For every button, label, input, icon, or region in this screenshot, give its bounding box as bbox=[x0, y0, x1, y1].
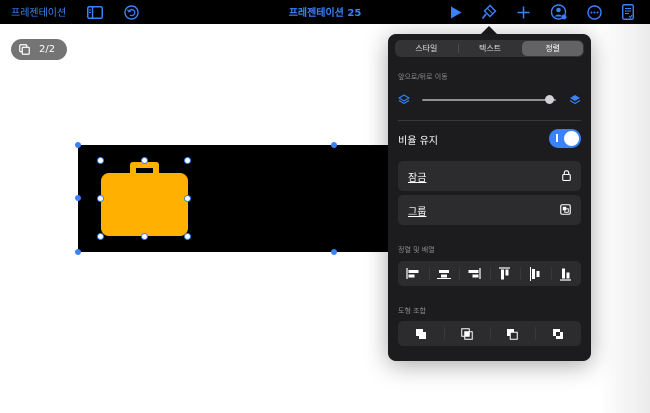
slider-thumb[interactable] bbox=[544, 95, 554, 104]
tab-style[interactable]: 스타일 bbox=[396, 41, 457, 56]
align-left-icon bbox=[406, 268, 419, 279]
align-right-icon bbox=[468, 268, 481, 279]
align-top-button[interactable] bbox=[489, 261, 521, 286]
more-icon[interactable] bbox=[584, 2, 604, 22]
format-popover: 스타일 텍스트 정렬 앞으로/뒤로 이동 비율 유지 잠금 그룹 정렬 및 배열 bbox=[388, 34, 591, 361]
align-bottom-button[interactable] bbox=[550, 261, 582, 286]
align-bottom-icon bbox=[560, 268, 572, 281]
briefcase-shape[interactable] bbox=[100, 160, 189, 238]
intersect-icon bbox=[460, 327, 473, 340]
top-toolbar: 프레젠테이션 프레젠테이션 25 bbox=[0, 0, 650, 24]
selection-handle[interactable] bbox=[75, 249, 81, 255]
combine-union-button[interactable] bbox=[398, 321, 444, 346]
selection-handle[interactable] bbox=[97, 195, 104, 202]
align-top-icon bbox=[499, 266, 511, 279]
move-slider[interactable] bbox=[398, 92, 581, 108]
selection-handle[interactable] bbox=[75, 195, 81, 201]
subtract-icon bbox=[507, 328, 519, 340]
selection-handle[interactable] bbox=[97, 157, 104, 164]
format-tab-bar: 스타일 텍스트 정렬 bbox=[395, 40, 584, 57]
selection-handle[interactable] bbox=[184, 195, 191, 202]
selection-handle[interactable] bbox=[331, 249, 337, 255]
lock-icon bbox=[562, 170, 571, 181]
keep-ratio-row: 비율 유지 bbox=[398, 129, 581, 149]
group-icon bbox=[560, 204, 571, 215]
page-counter-text: 2/2 bbox=[39, 44, 56, 55]
selection-handle[interactable] bbox=[97, 233, 104, 240]
union-icon bbox=[415, 328, 426, 339]
combine-exclude-button[interactable] bbox=[535, 321, 581, 346]
align-center-button[interactable] bbox=[428, 261, 460, 286]
collaborate-icon[interactable] bbox=[548, 2, 568, 22]
pages-icon bbox=[19, 44, 30, 55]
page-counter[interactable]: 2/2 bbox=[11, 39, 67, 60]
align-center-icon bbox=[436, 270, 451, 279]
selection-handle[interactable] bbox=[141, 157, 148, 164]
selection-handle[interactable] bbox=[75, 142, 81, 148]
tab-text[interactable]: 텍스트 bbox=[460, 41, 521, 56]
keep-ratio-label: 비율 유지 bbox=[398, 136, 438, 147]
align-section-label: 정렬 및 배열 bbox=[398, 246, 435, 254]
selection-handle[interactable] bbox=[331, 142, 337, 148]
format-brush-icon[interactable] bbox=[479, 2, 499, 22]
bring-forward-icon bbox=[569, 95, 581, 105]
add-icon[interactable] bbox=[513, 2, 533, 22]
combine-toolbar bbox=[398, 321, 581, 346]
popover-arrow bbox=[481, 26, 497, 34]
exclude-icon bbox=[553, 328, 564, 339]
group-label: 그룹 bbox=[408, 207, 427, 218]
align-toolbar bbox=[398, 261, 581, 286]
lock-button[interactable]: 잠금 bbox=[398, 161, 581, 191]
tab-arrange[interactable]: 정렬 bbox=[522, 41, 584, 56]
align-middle-icon bbox=[529, 266, 540, 281]
selection-handle[interactable] bbox=[184, 157, 191, 164]
group-button[interactable]: 그룹 bbox=[398, 195, 581, 225]
send-backward-icon bbox=[398, 94, 410, 105]
align-middle-button[interactable] bbox=[520, 261, 551, 286]
align-left-button[interactable] bbox=[398, 261, 429, 286]
align-right-button[interactable] bbox=[459, 261, 490, 286]
combine-section-label: 도형 조합 bbox=[398, 307, 426, 315]
briefcase-body bbox=[101, 173, 188, 236]
keep-ratio-toggle[interactable] bbox=[549, 129, 581, 148]
canvas-edge-shadow bbox=[600, 24, 650, 413]
selection-handle[interactable] bbox=[141, 233, 148, 240]
move-section-label: 앞으로/뒤로 이동 bbox=[398, 73, 448, 81]
document-icon[interactable] bbox=[618, 2, 638, 22]
slider-track[interactable] bbox=[422, 99, 556, 101]
play-icon[interactable] bbox=[446, 2, 466, 22]
divider bbox=[398, 120, 581, 121]
combine-intersect-button[interactable] bbox=[443, 321, 490, 346]
combine-subtract-button[interactable] bbox=[489, 321, 536, 346]
lock-label: 잠금 bbox=[408, 173, 427, 184]
selection-handle[interactable] bbox=[184, 233, 191, 240]
